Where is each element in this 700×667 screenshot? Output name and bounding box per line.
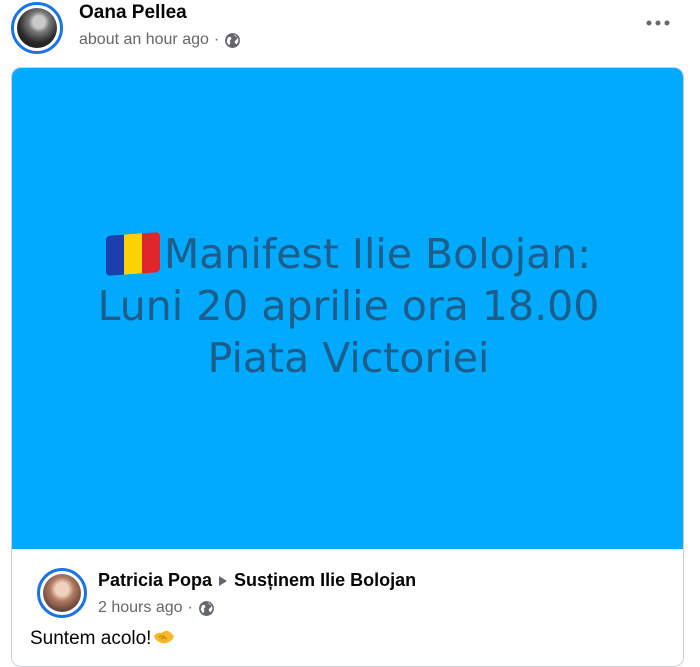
meta-separator: · bbox=[187, 599, 193, 616]
shared-author-row: Patricia Popa Susținem Ilie Bolojan bbox=[98, 570, 416, 591]
globe-icon[interactable] bbox=[198, 600, 215, 617]
image-text-line-3: Piata Victoriei bbox=[207, 334, 490, 382]
post-meta: about an hour ago · bbox=[79, 31, 241, 49]
triangle-right-icon bbox=[219, 575, 228, 586]
shared-author-avatar[interactable] bbox=[37, 568, 87, 618]
author-avatar[interactable] bbox=[11, 2, 63, 54]
shared-group-name[interactable]: Susținem Ilie Bolojan bbox=[234, 570, 416, 591]
post-header: Oana Pellea about an hour ago · bbox=[0, 0, 700, 62]
shared-post-meta: 2 hours ago · bbox=[98, 599, 215, 617]
shared-author-name[interactable]: Patricia Popa bbox=[98, 570, 212, 591]
author-name[interactable]: Oana Pellea bbox=[79, 2, 187, 24]
meta-separator: · bbox=[213, 31, 220, 48]
shared-post-timestamp[interactable]: 2 hours ago bbox=[98, 599, 183, 617]
more-horizontal-icon bbox=[646, 20, 670, 26]
shared-post-card[interactable]: Manifest Ilie Bolojan: Luni 20 aprilie o… bbox=[11, 67, 684, 667]
more-options-button[interactable] bbox=[640, 10, 676, 36]
image-text-line-1: Manifest Ilie Bolojan: bbox=[12, 228, 683, 280]
author-avatar-image bbox=[17, 8, 57, 48]
shared-image-text: Manifest Ilie Bolojan: Luni 20 aprilie o… bbox=[12, 228, 683, 384]
romania-flag-icon bbox=[105, 232, 160, 276]
post-timestamp[interactable]: about an hour ago bbox=[79, 31, 209, 49]
shared-author-avatar-image bbox=[43, 574, 81, 612]
image-text-line-2: Luni 20 aprilie ora 18.00 bbox=[97, 282, 600, 330]
shared-post-text: Suntem acolo! bbox=[30, 628, 175, 650]
shared-image[interactable]: Manifest Ilie Bolojan: Luni 20 aprilie o… bbox=[12, 68, 683, 549]
shared-post-info: Patricia Popa Susținem Ilie Bolojan 2 ho… bbox=[12, 549, 683, 666]
handshake-emoji-icon bbox=[154, 630, 175, 644]
globe-icon[interactable] bbox=[224, 32, 241, 49]
